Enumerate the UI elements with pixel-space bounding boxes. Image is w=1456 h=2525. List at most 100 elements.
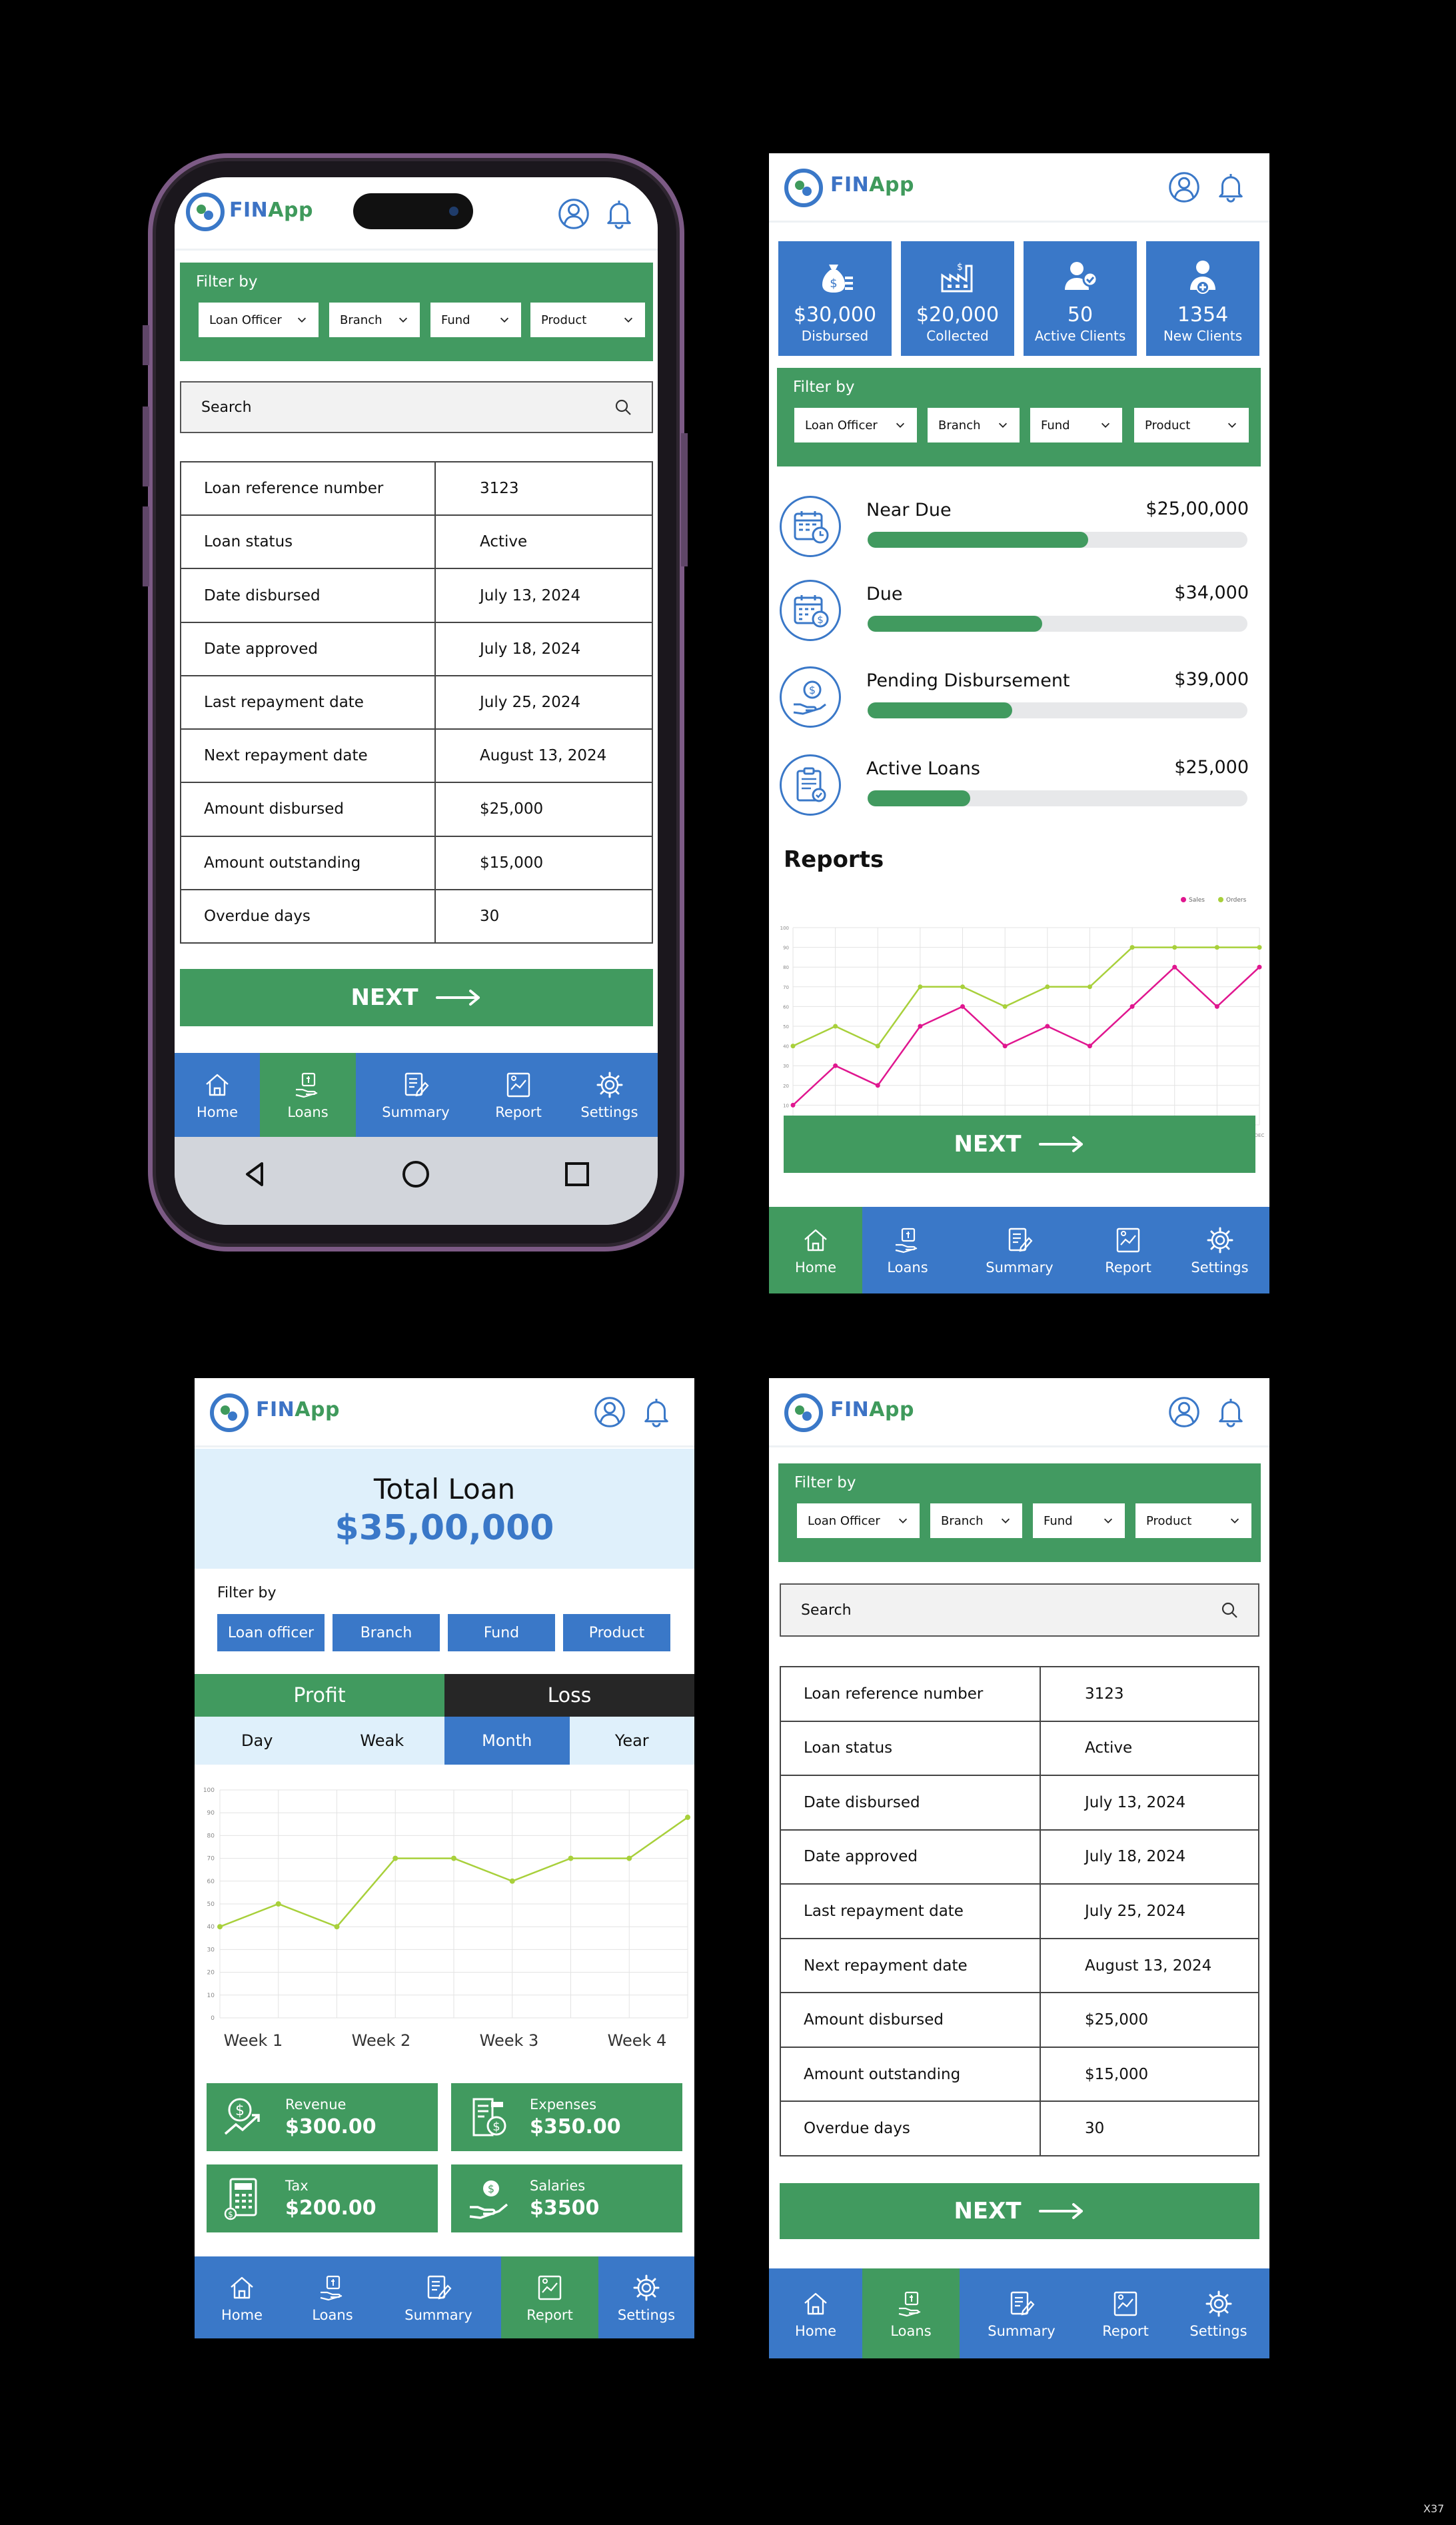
filter-loan-officer-dropdown[interactable]: Loan Officer <box>794 408 917 442</box>
nav-loans[interactable]: Loans <box>260 1053 356 1137</box>
filter-loan-officer-button[interactable]: Loan officer <box>217 1614 325 1651</box>
nav-summary[interactable]: Summary <box>356 1053 476 1137</box>
progress-row[interactable]: Due $34,000 <box>780 574 1259 648</box>
nav-report[interactable]: Report <box>1086 1207 1170 1293</box>
y-tick-label: 100 <box>780 926 789 931</box>
summary-card-expenses[interactable]: Expenses $350.00 <box>451 2083 682 2151</box>
period-week[interactable]: Weak <box>320 1717 445 1765</box>
stat-card[interactable]: $20,000 Collected <box>901 241 1014 356</box>
notification-bell-icon[interactable] <box>1214 1395 1247 1429</box>
nav-loans[interactable]: Loans <box>289 2256 376 2338</box>
profile-icon[interactable] <box>593 1395 626 1429</box>
stat-card[interactable]: 50 Active Clients <box>1024 241 1137 356</box>
stat-card[interactable]: 1354 New Clients <box>1146 241 1259 356</box>
filter-loan-officer-dropdown[interactable]: Loan Officer <box>199 303 319 337</box>
filter-panel: Filter by Loan Officer Branch Fund Produ… <box>777 368 1261 466</box>
nav-home[interactable]: Home <box>769 1207 862 1293</box>
nav-loans[interactable]: Loans <box>862 2268 960 2358</box>
progress-label: Due <box>866 584 903 604</box>
detail-label: Date disbursed <box>180 568 436 623</box>
detail-value: August 13, 2024 <box>434 728 653 784</box>
nav-loans[interactable]: Loans <box>862 1207 953 1293</box>
system-back-icon[interactable] <box>239 1158 271 1190</box>
nav-report[interactable]: Report <box>501 2256 598 2338</box>
period-day[interactable]: Day <box>195 1717 320 1765</box>
next-button[interactable]: NEXT <box>180 969 653 1026</box>
profile-icon[interactable] <box>1167 1395 1201 1429</box>
nav-settings[interactable]: Settings <box>1167 2268 1269 2358</box>
summary-card-revenue[interactable]: Revenue $300.00 <box>207 2083 438 2151</box>
watermark: X37 <box>1423 2502 1445 2515</box>
nav-settings[interactable]: Settings <box>561 1053 658 1137</box>
nav-summary[interactable]: Summary <box>960 2268 1084 2358</box>
system-recents-icon[interactable] <box>561 1158 593 1190</box>
filter-product-button[interactable]: Product <box>563 1614 670 1651</box>
period-month[interactable]: Month <box>444 1717 570 1765</box>
filter-branch-dropdown[interactable]: Branch <box>928 408 1020 442</box>
detail-label: Loan status <box>180 514 436 570</box>
nav-report[interactable]: Report <box>476 1053 561 1137</box>
filter-product-dropdown[interactable]: Product <box>1134 408 1249 442</box>
filter-panel: Filter by Loan Officer Branch Fund Produ… <box>180 263 653 361</box>
tab-loss[interactable]: Loss <box>444 1674 694 1717</box>
summary-icon <box>423 2272 454 2303</box>
stats-row: $30,000 Disbursed $20,000 Collected 50 Active… <box>778 241 1259 356</box>
table-row: Amount outstanding $15,000 <box>780 2046 1259 2103</box>
bottom-nav: Home Loans Summary Report Settings <box>195 2256 694 2338</box>
nav-summary[interactable]: Summary <box>953 1207 1086 1293</box>
progress-row[interactable]: Pending Disbursement $39,000 <box>780 661 1259 734</box>
detail-value: July 13, 2024 <box>1040 1775 1259 1831</box>
search-icon <box>1221 1601 1238 1619</box>
report-icon <box>503 1070 534 1100</box>
nav-settings[interactable]: Settings <box>598 2256 694 2338</box>
progress-fill <box>868 616 1043 632</box>
notification-bell-icon[interactable] <box>1214 171 1247 204</box>
summary-card-tax[interactable]: Tax $200.00 <box>207 2164 438 2232</box>
notification-bell-icon[interactable] <box>640 1395 673 1429</box>
system-home-icon[interactable] <box>400 1158 432 1190</box>
notification-bell-icon[interactable] <box>602 197 636 231</box>
summary-card-salaries[interactable]: Salaries $3500 <box>451 2164 682 2232</box>
filter-loan-officer-dropdown[interactable]: Loan Officer <box>797 1503 920 1538</box>
profile-icon[interactable] <box>1167 171 1201 204</box>
detail-label: Overdue days <box>180 888 436 944</box>
stat-card[interactable]: $30,000 Disbursed <box>778 241 892 356</box>
search-input[interactable]: Search <box>180 381 653 433</box>
home-dashboard-screen: FINApp $30,000 Disbursed $20,000 Collected 5… <box>769 153 1269 1293</box>
progress-row[interactable]: Active Loans $25,000 <box>780 749 1259 822</box>
filter-fund-dropdown[interactable]: Fund <box>1030 408 1122 442</box>
filter-fund-button[interactable]: Fund <box>448 1614 555 1651</box>
next-button[interactable]: NEXT <box>780 2183 1259 2239</box>
detail-value: July 18, 2024 <box>434 621 653 676</box>
y-tick-label: 40 <box>207 1924 215 1931</box>
tab-profit[interactable]: Profit <box>195 1674 444 1717</box>
report-summary-cards: Revenue $300.00 Expenses $350.00 Tax $200.00 S… <box>207 2083 682 2232</box>
table-row: Amount disbursed $25,000 <box>780 1992 1259 2048</box>
detail-value: 3123 <box>434 460 653 516</box>
nav-home[interactable]: Home <box>769 2268 862 2358</box>
y-tick-label: 50 <box>783 1024 789 1030</box>
nav-report[interactable]: Report <box>1084 2268 1167 2358</box>
filter-fund-dropdown[interactable]: Fund <box>430 303 521 337</box>
filter-product-dropdown[interactable]: Product <box>530 303 645 337</box>
filter-fund-dropdown[interactable]: Fund <box>1033 1503 1125 1538</box>
series-line-sales <box>792 966 1260 1106</box>
chevron-down-icon <box>894 419 906 431</box>
filter-branch-button[interactable]: Branch <box>333 1614 440 1651</box>
period-year[interactable]: Year <box>570 1717 695 1765</box>
profile-icon[interactable] <box>557 197 590 231</box>
salary-hand-icon <box>467 2176 511 2220</box>
detail-label: Last repayment date <box>180 674 436 730</box>
nav-settings[interactable]: Settings <box>1170 1207 1269 1293</box>
nav-summary[interactable]: Summary <box>376 2256 501 2338</box>
progress-row[interactable]: Near Due $25,00,000 <box>780 490 1259 564</box>
nav-home[interactable]: Home <box>195 2256 289 2338</box>
filter-branch-dropdown[interactable]: Branch <box>930 1503 1022 1538</box>
app-header: FINApp <box>769 153 1269 223</box>
search-input[interactable]: Search <box>780 1583 1259 1637</box>
gear-icon <box>631 2272 662 2303</box>
nav-home[interactable]: Home <box>175 1053 260 1137</box>
filter-product-dropdown[interactable]: Product <box>1135 1503 1251 1538</box>
next-button[interactable]: NEXT <box>784 1116 1255 1173</box>
filter-branch-dropdown[interactable]: Branch <box>329 303 420 337</box>
